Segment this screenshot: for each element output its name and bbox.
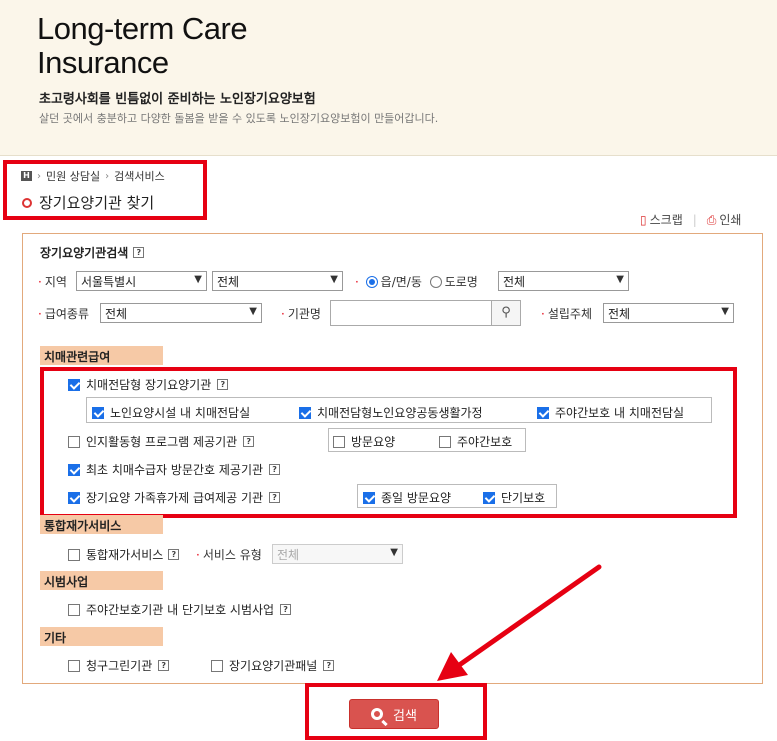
check-pilot-program[interactable]: 주야간보호기관 내 단기보호 시범사업? (68, 601, 292, 618)
chevron-down-icon: ▼ (249, 306, 257, 317)
region-label: · 지역 (38, 275, 67, 289)
page-title-text: 장기요양기관 찾기 (39, 194, 155, 212)
breadcrumb: H › 민원 상담실 › 검색서비스 (21, 168, 165, 184)
org-name-input[interactable] (330, 300, 492, 326)
check-daycare-dementia[interactable]: 주야간보호 내 치매전담실 (537, 404, 684, 421)
benefit-type-select[interactable]: 전체 ▼ (100, 303, 262, 323)
page-title: 장기요양기관 찾기 (22, 192, 154, 213)
hero-banner: Long-term Care Insurance 초고령사회를 빈틈없이 준비하… (0, 0, 777, 156)
region-dong-select[interactable]: 전체 ▼ (498, 271, 629, 291)
help-icon[interactable]: ? (158, 660, 170, 671)
section-dementia-title: 치매관련급여 (40, 346, 163, 365)
page-tools: ▯ 스크랩 | ⎙ 인쇄 (640, 211, 741, 228)
form-title: 장기요양기관검색 ? (40, 244, 145, 261)
scrap-button[interactable]: ▯ 스크랩 (640, 211, 683, 228)
clipboard-icon: ▯ (640, 213, 647, 227)
chevron-down-icon: ▼ (616, 274, 624, 285)
radio-eup[interactable]: 읍/면/동 (365, 275, 422, 289)
chevron-right-icon: › (105, 170, 110, 182)
help-icon[interactable]: ? (243, 436, 255, 447)
radio-road[interactable]: 도로명 (429, 275, 478, 289)
chevron-down-icon: ▼ (721, 306, 729, 317)
help-icon[interactable]: ? (269, 464, 281, 475)
help-icon[interactable]: ? (269, 492, 281, 503)
printer-icon: ⎙ (706, 213, 717, 227)
region-district-select[interactable]: 전체 ▼ (212, 271, 343, 291)
chevron-right-icon: › (37, 170, 41, 182)
check-first-visit-nursing[interactable]: 최초 치매수급자 방문간호 제공기관? (68, 461, 281, 478)
check-allday-home-visit[interactable]: 종일 방문요양 (363, 489, 451, 506)
help-icon[interactable]: ? (133, 247, 145, 258)
circle-bullet-icon (22, 197, 32, 208)
search-icon (371, 708, 384, 720)
check-family-vacation[interactable]: 장기요양 가족휴가제 급여제공 기관? (68, 489, 281, 506)
banner-title-line2: Insurance (37, 45, 169, 80)
search-icon: ⚲ (501, 305, 511, 320)
banner-description: 살던 곳에서 충분하고 다양한 돌봄을 받을 수 있도록 노인장기요양보험이 만… (39, 112, 439, 125)
founder-select[interactable]: 전체 ▼ (603, 303, 734, 323)
help-icon[interactable]: ? (217, 379, 229, 390)
section-integrated-title: 통합재가서비스 (40, 515, 163, 534)
search-button[interactable]: 검색 (349, 699, 439, 729)
check-nursing-home-dementia[interactable]: 노인요양시설 내 치매전담실 (92, 404, 250, 421)
check-group-home-dementia[interactable]: 치매전담형노인요양공동생활가정 (299, 404, 483, 421)
service-type-select[interactable]: 전체 ▼ (272, 544, 403, 564)
home-icon[interactable]: H (21, 171, 32, 181)
banner-subtitle: 초고령사회를 빈틈없이 준비하는 노인장기요양보험 (39, 92, 316, 107)
check-green-agency[interactable]: 청구그린기관? (68, 657, 170, 674)
chevron-down-icon: ▼ (194, 274, 202, 285)
check-integrated-service[interactable]: 통합재가서비스? (68, 546, 180, 563)
check-day-night-care[interactable]: 주야간보호 (439, 433, 512, 450)
checkbox[interactable] (68, 378, 80, 391)
address-type-radios: · 읍/면/동 도로명 (355, 275, 478, 289)
help-icon[interactable]: ? (168, 549, 180, 560)
check-cognitive-program[interactable]: 인지활동형 프로그램 제공기관? (68, 433, 255, 450)
check-short-term-care[interactable]: 단기보호 (483, 489, 545, 506)
banner-title-line1: Long-term Care (37, 11, 248, 46)
founder-label: · 설립주체 (541, 307, 592, 321)
org-search-button[interactable]: ⚲ (491, 300, 521, 326)
chevron-down-icon: ▼ (330, 274, 338, 285)
chevron-down-icon: ▼ (390, 547, 398, 558)
breadcrumb-item-search[interactable]: 검색서비스 (114, 168, 165, 184)
help-icon[interactable]: ? (280, 604, 292, 615)
breadcrumb-item-counsel[interactable]: 민원 상담실 (46, 168, 100, 184)
help-icon[interactable]: ? (323, 660, 335, 671)
check-home-visit[interactable]: 방문요양 (333, 433, 395, 450)
divider: | (692, 212, 697, 227)
benefit-type-label: · 급여종류 (38, 307, 89, 321)
check-agency-panel[interactable]: 장기요양기관패널? (211, 657, 335, 674)
org-name-label: · 기관명 (281, 307, 321, 321)
section-etc-title: 기타 (40, 627, 163, 646)
section-pilot-title: 시범사업 (40, 571, 163, 590)
region-city-select[interactable]: 서울특별시 ▼ (76, 271, 207, 291)
service-type-label: · 서비스 유형 (196, 548, 262, 562)
check-dementia-facility[interactable]: 치매전담형 장기요양기관? (68, 376, 229, 393)
print-button[interactable]: ⎙ 인쇄 (707, 211, 742, 228)
